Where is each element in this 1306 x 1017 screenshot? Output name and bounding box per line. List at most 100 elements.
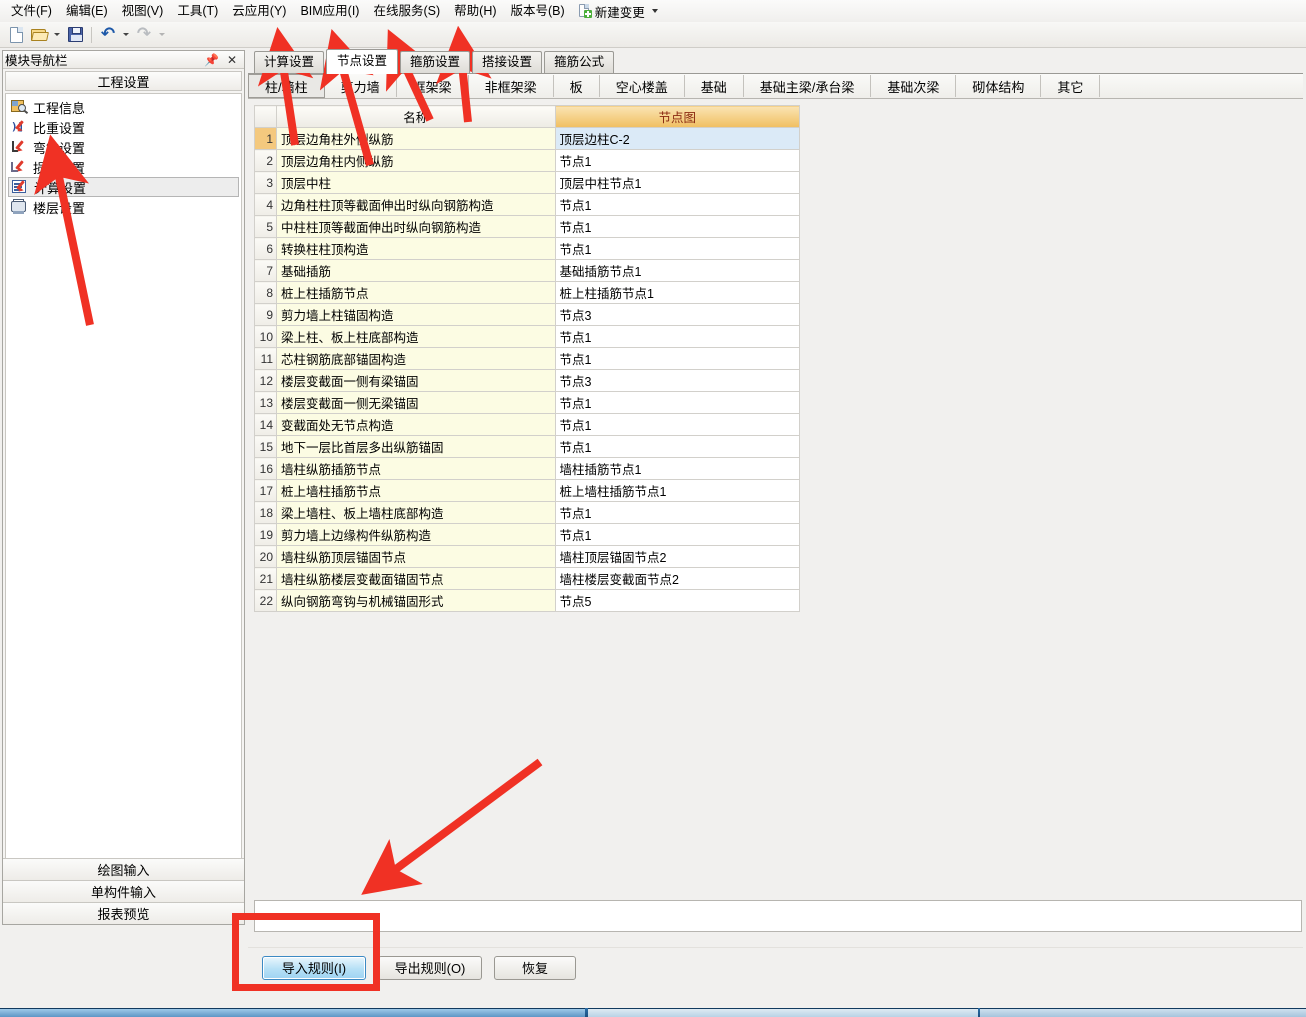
table-row[interactable]: 19 剪力墙上边缘构件纵筋构造 节点1 — [253, 523, 801, 546]
row-number-cell[interactable]: 16 — [253, 457, 278, 480]
report-preview-button[interactable]: 报表预览 — [3, 902, 244, 924]
project-settings-group-header[interactable]: 工程设置 — [5, 71, 242, 91]
row-name-cell[interactable]: 基础插筋 — [276, 259, 556, 282]
row-number-cell[interactable]: 4 — [253, 193, 278, 216]
row-number-cell[interactable]: 20 — [253, 545, 278, 568]
menu-view[interactable]: 视图(V) — [115, 1, 171, 21]
open-file-button[interactable] — [28, 24, 50, 46]
draw-input-button[interactable]: 绘图输入 — [3, 858, 244, 880]
row-name-cell[interactable]: 剪力墙上边缘构件纵筋构造 — [276, 523, 556, 546]
row-node-diagram-cell[interactable]: 墙柱顶层锚固节点2 — [554, 545, 801, 568]
table-row[interactable]: 10 梁上柱、板上柱底部构造 节点1 — [253, 325, 801, 348]
sidebar-item-floor-setting[interactable]: 楼层设置 — [8, 197, 239, 217]
table-row[interactable]: 13 楼层变截面一侧无梁锚固 节点1 — [253, 391, 801, 414]
row-node-diagram-cell[interactable]: 墙柱插筋节点1 — [554, 457, 801, 480]
table-row[interactable]: 11 芯柱钢筋底部锚固构造 节点1 — [253, 347, 801, 370]
table-row[interactable]: 1 顶层边角柱外侧纵筋 顶层边柱C-2 — [253, 127, 801, 150]
row-name-cell[interactable]: 地下一层比首层多出纵筋锚固 — [276, 435, 556, 458]
menu-cloud[interactable]: 云应用(Y) — [225, 1, 293, 21]
row-number-cell[interactable]: 9 — [253, 303, 278, 326]
row-name-cell[interactable]: 墙柱纵筋楼层变截面锚固节点 — [276, 567, 556, 590]
row-name-cell[interactable]: 边角柱柱顶等截面伸出时纵向钢筋构造 — [276, 193, 556, 216]
row-number-cell[interactable]: 6 — [253, 237, 278, 260]
row-node-diagram-cell[interactable]: 节点3 — [554, 303, 801, 326]
row-node-diagram-cell[interactable]: 节点1 — [554, 391, 801, 414]
table-row[interactable]: 4 边角柱柱顶等截面伸出时纵向钢筋构造 节点1 — [253, 193, 801, 216]
row-name-cell[interactable]: 芯柱钢筋底部锚固构造 — [276, 347, 556, 370]
table-row[interactable]: 14 变截面处无节点构造 节点1 — [253, 413, 801, 436]
sidebar-item-hook-setting[interactable]: 弯钩设置 — [8, 137, 239, 157]
redo-dropdown[interactable] — [156, 24, 168, 46]
taskbar-segment[interactable] — [980, 1008, 1306, 1017]
row-number-cell[interactable]: 1 — [253, 127, 278, 150]
table-row[interactable]: 7 基础插筋 基础插筋节点1 — [253, 259, 801, 282]
tab-stirrup-formula[interactable]: 箍筋公式 — [544, 51, 615, 73]
row-name-cell[interactable]: 楼层变截面一侧有梁锚固 — [276, 369, 556, 392]
redo-button[interactable]: ↷ — [133, 24, 155, 46]
menu-tools[interactable]: 工具(T) — [170, 1, 225, 21]
new-change-button[interactable]: 新建变更 — [578, 2, 658, 21]
row-name-cell[interactable]: 中柱柱顶等截面伸出时纵向钢筋构造 — [276, 215, 556, 238]
row-name-cell[interactable]: 桩上墙柱插筋节点 — [276, 479, 556, 502]
row-node-diagram-cell[interactable]: 顶层边柱C-2 — [554, 127, 801, 150]
row-name-cell[interactable]: 楼层变截面一侧无梁锚固 — [276, 391, 556, 414]
tab-foundation-secondary-beam[interactable]: 基础次梁 — [871, 75, 957, 97]
tab-hollow-floor[interactable]: 空心楼盖 — [600, 75, 685, 97]
row-number-cell[interactable]: 12 — [253, 369, 278, 392]
tab-stirrup-setting[interactable]: 箍筋设置 — [400, 51, 471, 73]
table-row[interactable]: 18 梁上墙柱、板上墙柱底部构造 节点1 — [253, 501, 801, 524]
row-node-diagram-cell[interactable]: 节点1 — [554, 347, 801, 370]
table-row[interactable]: 16 墙柱纵筋插筋节点 墙柱插筋节点1 — [253, 457, 801, 480]
table-row[interactable]: 21 墙柱纵筋楼层变截面锚固节点 墙柱楼层变截面节点2 — [253, 567, 801, 590]
table-row[interactable]: 8 桩上柱插筋节点 桩上柱插筋节点1 — [253, 281, 801, 304]
menu-online-service[interactable]: 在线服务(S) — [366, 1, 447, 21]
tab-masonry-structure[interactable]: 砌体结构 — [956, 75, 1042, 97]
row-number-cell[interactable]: 11 — [253, 347, 278, 370]
taskbar-segment[interactable] — [0, 1008, 585, 1017]
row-name-cell[interactable]: 剪力墙上柱锚固构造 — [276, 303, 556, 326]
row-number-cell[interactable]: 5 — [253, 215, 278, 238]
tab-lap-setting[interactable]: 搭接设置 — [472, 51, 543, 73]
row-node-diagram-cell[interactable]: 节点1 — [554, 501, 801, 524]
table-row[interactable]: 17 桩上墙柱插筋节点 桩上墙柱插筋节点1 — [253, 479, 801, 502]
table-row[interactable]: 12 楼层变截面一侧有梁锚固 节点3 — [253, 369, 801, 392]
undo-button[interactable]: ↶ — [97, 24, 119, 46]
row-number-cell[interactable]: 22 — [253, 589, 278, 612]
single-member-input-button[interactable]: 单构件输入 — [3, 880, 244, 902]
menu-edit[interactable]: 编辑(E) — [59, 1, 115, 21]
row-name-cell[interactable]: 顶层边角柱内侧纵筋 — [276, 149, 556, 172]
sidebar-item-project-info[interactable]: 工程信息 — [8, 97, 239, 117]
tab-slab[interactable]: 板 — [554, 75, 600, 97]
row-number-cell[interactable]: 8 — [253, 281, 278, 304]
restore-button[interactable]: 恢复 — [494, 955, 576, 980]
sidebar-item-loss-setting[interactable]: 损耗设置 — [8, 157, 239, 177]
row-node-diagram-cell[interactable]: 节点3 — [554, 369, 801, 392]
row-node-diagram-cell[interactable]: 节点1 — [554, 215, 801, 238]
row-name-cell[interactable]: 纵向钢筋弯钩与机械锚固形式 — [276, 589, 556, 612]
row-node-diagram-cell[interactable]: 基础插筋节点1 — [554, 259, 801, 282]
table-row[interactable]: 5 中柱柱顶等截面伸出时纵向钢筋构造 节点1 — [253, 215, 801, 238]
export-rules-button[interactable]: 导出规则(O) — [378, 955, 482, 980]
save-file-button[interactable] — [64, 24, 86, 46]
row-name-cell[interactable]: 墙柱纵筋顶层锚固节点 — [276, 545, 556, 568]
row-number-cell[interactable]: 7 — [253, 259, 278, 282]
tab-calc-setting[interactable]: 计算设置 — [254, 51, 325, 73]
row-node-diagram-cell[interactable]: 桩上墙柱插筋节点1 — [554, 479, 801, 502]
row-number-cell[interactable]: 18 — [253, 501, 278, 524]
row-node-diagram-cell[interactable]: 节点1 — [554, 149, 801, 172]
tab-foundation[interactable]: 基础 — [685, 75, 744, 97]
row-node-diagram-cell[interactable]: 顶层中柱节点1 — [554, 171, 801, 194]
row-node-diagram-cell[interactable]: 桩上柱插筋节点1 — [554, 281, 801, 304]
undo-dropdown[interactable] — [120, 24, 132, 46]
new-file-button[interactable] — [5, 24, 27, 46]
table-row[interactable]: 20 墙柱纵筋顶层锚固节点 墙柱顶层锚固节点2 — [253, 545, 801, 568]
row-name-cell[interactable]: 墙柱纵筋插筋节点 — [276, 457, 556, 480]
row-number-cell[interactable]: 10 — [253, 325, 278, 348]
tab-others[interactable]: 其它 — [1041, 75, 1101, 97]
table-row[interactable]: 6 转换柱柱顶构造 节点1 — [253, 237, 801, 260]
menu-version[interactable]: 版本号(B) — [504, 1, 572, 21]
tab-column-wallcolumn[interactable]: 柱/墙柱 — [248, 74, 325, 98]
row-number-cell[interactable]: 15 — [253, 435, 278, 458]
taskbar-segment[interactable] — [588, 1008, 978, 1017]
sidebar-item-calc-setting[interactable]: 计算设置 — [8, 177, 239, 197]
